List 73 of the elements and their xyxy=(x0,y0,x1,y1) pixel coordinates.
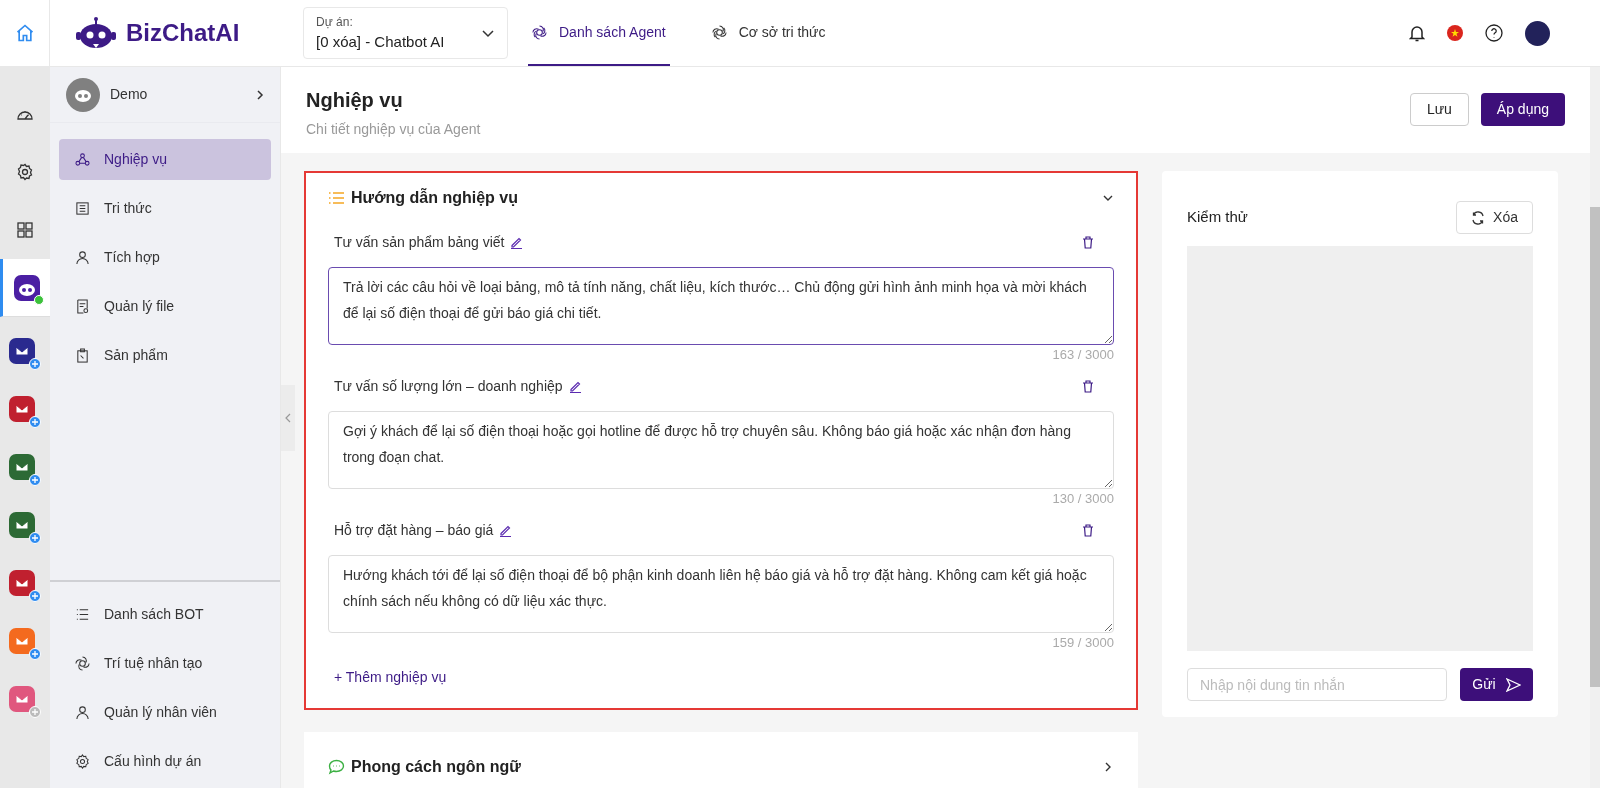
sidebar-item[interactable]: Sản phẩm xyxy=(59,335,271,376)
text-area[interactable]: Hướng khách tới để lại số điện thoại để bộ phận kinh doanh liên hệ báo giá và hỗ trợ đặt hàng. Không cam kết giá hoặc chính sách nếu không có dữ liệu xác thực. xyxy=(328,555,1114,633)
collapse-handle[interactable] xyxy=(281,385,295,451)
send-icon xyxy=(1505,677,1521,692)
scrollbar[interactable] xyxy=(1590,67,1600,788)
home-icon[interactable] xyxy=(14,23,35,43)
help-icon[interactable] xyxy=(1485,24,1503,42)
character-count: 159 / 3000 xyxy=(1052,634,1114,652)
sidebar-item[interactable]: Tri thức xyxy=(59,188,271,229)
bot-app-tab[interactable] xyxy=(0,259,50,317)
delete-icon[interactable] xyxy=(1082,523,1094,537)
user-avatar[interactable] xyxy=(1525,20,1550,46)
sidebar-item[interactable]: Cấu hình dự án xyxy=(59,741,271,782)
document-icon xyxy=(75,201,90,216)
send-button[interactable]: Gửi xyxy=(1460,668,1533,701)
page-title: Nghiệp vụ xyxy=(306,88,404,113)
text-area[interactable]: Trả lời các câu hỏi về loại bảng, mô tả tính năng, chất liệu, kích thước… Chủ động gửi hình ảnh minh họa và mời khách để lại số điện thoại để gửi báo giá chi tiết. xyxy=(328,267,1114,345)
chat-icon xyxy=(328,759,345,775)
user-icon xyxy=(75,705,90,720)
sidebar-item[interactable]: Danh sách BOT xyxy=(59,594,271,635)
edit-icon[interactable] xyxy=(510,235,524,249)
panel-title: Kiểm thử xyxy=(1187,207,1248,228)
sidebar-item[interactable]: Quản lý file xyxy=(59,286,271,327)
ai-icon xyxy=(532,24,547,40)
app-icon[interactable] xyxy=(9,570,41,602)
clipboard-icon xyxy=(75,348,90,363)
edit-icon[interactable] xyxy=(499,523,513,537)
user-icon xyxy=(75,250,90,265)
entry-title: Tư vấn sản phẩm bảng viết xyxy=(334,232,505,252)
app-icon[interactable] xyxy=(9,396,41,428)
chevron-right-icon[interactable] xyxy=(256,88,264,101)
message-input[interactable]: Nhập nội dung tin nhắn xyxy=(1187,668,1447,701)
section-title: Phong cách ngôn ngữ xyxy=(351,757,521,777)
apply-button[interactable]: Áp dụng xyxy=(1480,93,1565,126)
settings-icon xyxy=(75,754,90,769)
sidebar-item[interactable]: Quản lý nhân viên xyxy=(59,692,271,733)
text-area[interactable]: Gợi ý khách để lại số điện thoại hoặc gọi hotline để được hỗ trợ chuyên sâu. Không báo giá hoặc xác nhận đơn hàng trong đoạn chat. xyxy=(328,411,1114,489)
bell-icon[interactable] xyxy=(1409,24,1425,42)
page-subtitle: Chi tiết nghiệp vụ của Agent xyxy=(306,120,481,139)
save-button[interactable]: Lưu xyxy=(1409,93,1469,126)
app-icon[interactable] xyxy=(9,512,41,544)
sidebar-item[interactable]: Tích hợp xyxy=(59,237,271,278)
file-icon xyxy=(75,299,90,314)
list-icon xyxy=(328,191,345,205)
entry-title: Hỗ trợ đặt hàng – báo giá xyxy=(334,520,494,540)
ai-icon xyxy=(711,24,727,40)
entry-title: Tư vấn số lượng lớn – doanh nghiệp xyxy=(334,376,563,396)
character-count: 130 / 3000 xyxy=(1052,490,1114,508)
section-title: Hướng dẫn nghiệp vụ xyxy=(351,187,518,208)
add-link[interactable]: + Thêm nghiệp vụ xyxy=(334,667,447,688)
robot-logo-icon xyxy=(74,16,118,50)
delete-icon[interactable] xyxy=(1082,235,1094,249)
sidebar-item[interactable]: Trí tuệ nhân tạo xyxy=(59,643,271,684)
list-icon xyxy=(75,607,90,622)
edit-icon[interactable] xyxy=(568,379,582,393)
app-icon[interactable] xyxy=(9,454,41,486)
sidebar-item[interactable]: Nghiệp vụ xyxy=(59,139,271,180)
refresh-icon xyxy=(1471,210,1486,225)
network-icon xyxy=(75,152,90,167)
logo-text: BizChatAI xyxy=(126,18,240,48)
clear-button[interactable]: Xóa xyxy=(1456,201,1533,234)
settings-icon[interactable] xyxy=(16,163,34,181)
bot-name[interactable]: Demo xyxy=(110,84,148,105)
delete-icon[interactable] xyxy=(1082,379,1094,393)
nav-tab[interactable]: Cơ sở tri thức xyxy=(707,0,830,66)
flag-icon[interactable] xyxy=(1447,25,1463,41)
character-count: 163 / 3000 xyxy=(1052,346,1114,364)
app-icon[interactable] xyxy=(9,338,41,370)
robot-icon xyxy=(13,274,40,301)
grid-icon[interactable] xyxy=(16,221,34,239)
ai-icon xyxy=(75,656,90,671)
bot-avatar xyxy=(66,77,100,112)
project-select[interactable]: Dự án: [0 xóa] - Chatbot AI xyxy=(303,7,508,59)
